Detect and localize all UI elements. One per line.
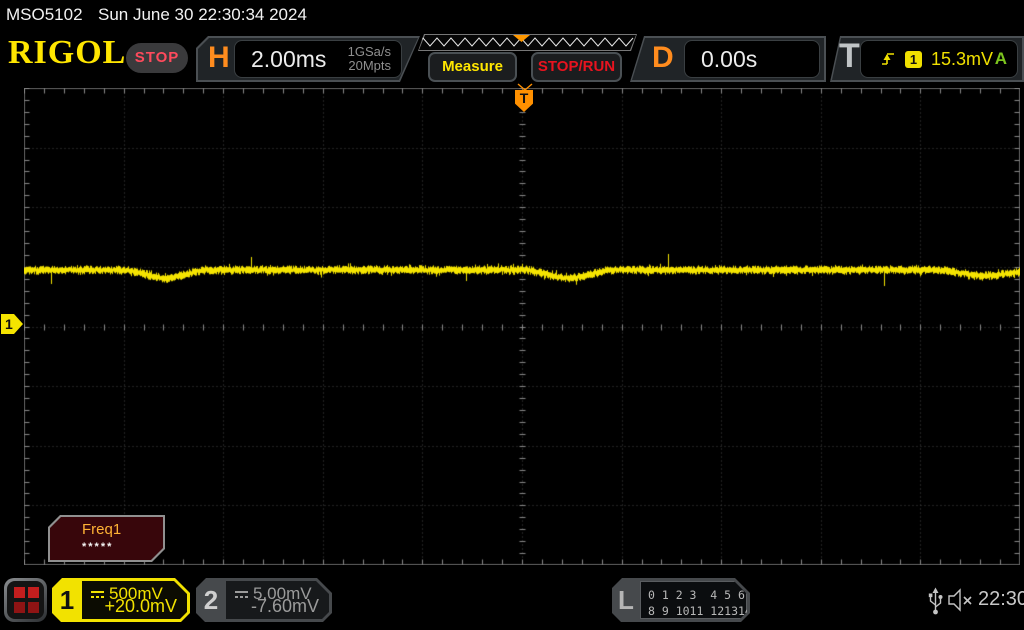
- windows-button[interactable]: [4, 578, 47, 622]
- measurement-label: Freq1: [82, 521, 122, 538]
- trigger-delay-chevron-icon: [517, 83, 533, 91]
- logic-row2: 8 9 1011 12131415: [648, 604, 766, 618]
- trigger-source-badge: 1: [905, 50, 922, 68]
- dc-coupling-icon: [91, 591, 104, 598]
- graticule: [24, 88, 1020, 565]
- horizontal-label: H: [208, 41, 230, 74]
- channel1-button[interactable]: 1 500mV +20.0mV: [52, 578, 190, 622]
- waveform-canvas: [24, 88, 1020, 565]
- muted-speaker-icon: [948, 588, 972, 612]
- trigger-level-value: 15.3mV: [931, 48, 994, 69]
- channel1-info: 500mV +20.0mV: [82, 581, 187, 619]
- rigol-logo: RIGOL: [8, 34, 127, 71]
- logic-label: L: [618, 584, 634, 615]
- measurement-value: *****: [82, 541, 114, 553]
- titlebar: MSO5102 Sun June 30 22:30:34 2024: [0, 0, 1024, 30]
- horizontal-panel[interactable]: H 2.00ms 1GSa/s 20Mpts: [196, 36, 420, 82]
- datetime-text: Sun June 30 22:30:34 2024: [98, 5, 307, 24]
- delay-display[interactable]: 0.00s: [684, 40, 820, 78]
- sample-rate-value: 1GSa/s: [347, 44, 391, 59]
- channel2-info: 5.00mV -7.60mV: [226, 581, 329, 619]
- clock-text: 22:30: [978, 588, 1024, 610]
- channel2-offset: -7.60mV: [250, 596, 319, 616]
- logic-channels: 0 1 2 3 4 5 6 7 8 9 1011 12131415: [640, 581, 747, 619]
- delay-label: D: [652, 41, 674, 74]
- red-grid-icon: [7, 581, 44, 619]
- channel1-level-marker[interactable]: 1: [1, 314, 23, 334]
- bottom-bar: 1 500mV +20.0mV 2 5.00mV -7.60mV L 0 1 2…: [0, 570, 1024, 630]
- zigzag-waveform-icon: [414, 34, 637, 51]
- trigger-label: T: [839, 37, 860, 75]
- preview-position-marker-icon: [513, 35, 530, 42]
- run-state-badge: STOP: [126, 43, 188, 73]
- oscilloscope-screen: MSO5102 Sun June 30 22:30:34 2024 RIGOL …: [0, 0, 1024, 630]
- delay-value: 0.00s: [701, 45, 758, 72]
- logic-analyzer-button[interactable]: L 0 1 2 3 4 5 6 7 8 9 1011 12131415: [612, 578, 750, 622]
- logic-row1: 0 1 2 3 4 5 6 7: [648, 588, 759, 602]
- acquisition-info: 1GSa/s 20Mpts: [348, 45, 391, 73]
- rising-edge-icon: [882, 53, 894, 65]
- waveform-preview-strip[interactable]: [414, 34, 637, 51]
- model-text: MSO5102: [6, 5, 83, 24]
- usb-icon: [928, 587, 943, 615]
- timebase-value: 2.00ms: [251, 45, 327, 72]
- header-bar: RIGOL STOP H 2.00ms 1GSa/s 20Mpts Measur…: [0, 30, 1024, 86]
- channel1-number: 1: [59, 584, 75, 615]
- delay-panel[interactable]: D 0.00s: [630, 36, 826, 82]
- dc-coupling-icon: [235, 591, 248, 598]
- channel1-offset: +20.0mV: [104, 596, 177, 616]
- measure-button[interactable]: Measure: [428, 52, 517, 82]
- memory-depth-value: 20Mpts: [348, 58, 391, 73]
- trigger-panel[interactable]: T 1 15.3mV A: [830, 36, 1024, 82]
- channel2-button[interactable]: 2 5.00mV -7.60mV: [196, 578, 332, 622]
- trigger-mode-badge: A: [994, 49, 1007, 68]
- channel2-number: 2: [203, 584, 219, 615]
- trigger-display[interactable]: 1 15.3mV A: [860, 40, 1018, 78]
- timebase-display[interactable]: 2.00ms 1GSa/s 20Mpts: [234, 40, 402, 78]
- measurement-popup[interactable]: Freq1 *****: [48, 515, 165, 562]
- stop-run-button[interactable]: STOP/RUN: [531, 52, 622, 82]
